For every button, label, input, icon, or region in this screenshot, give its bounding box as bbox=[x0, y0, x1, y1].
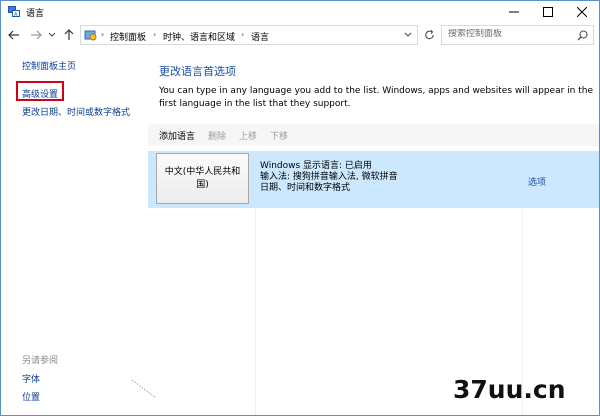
see-also-heading: 另请参阅 bbox=[22, 356, 59, 366]
language-options-link[interactable]: 选项 bbox=[528, 175, 546, 188]
breadcrumb-separator-icon: › bbox=[101, 30, 105, 39]
language-toolbar: 添加语言 删除 上移 下移 bbox=[148, 124, 599, 146]
minimize-icon bbox=[509, 11, 519, 13]
page-title: 更改语言首选项 bbox=[159, 65, 236, 78]
refresh-icon[interactable] bbox=[421, 27, 437, 43]
control-panel-home-link[interactable]: 控制面板主页 bbox=[22, 59, 76, 72]
advanced-settings-link[interactable]: 高级设置 bbox=[22, 87, 58, 100]
close-icon bbox=[577, 7, 587, 17]
location-link[interactable]: 位置 bbox=[22, 390, 40, 403]
move-down-button[interactable]: 下移 bbox=[270, 129, 288, 142]
address-field[interactable]: › 控制面板 › 时钟、语言和区域 › 语言 bbox=[80, 25, 418, 45]
forward-arrow-icon[interactable] bbox=[29, 28, 43, 42]
move-up-button[interactable]: 上移 bbox=[239, 129, 257, 142]
close-button[interactable] bbox=[565, 1, 599, 23]
date-time-format-label: 日期、时间和数字格式 bbox=[260, 183, 351, 193]
language-app-icon: A bbox=[8, 6, 20, 17]
address-bar: › 控制面板 › 时钟、语言和区域 › 语言 bbox=[1, 23, 599, 47]
breadcrumb-control-panel[interactable]: 控制面板 bbox=[110, 30, 146, 43]
breadcrumb-language[interactable]: 语言 bbox=[251, 30, 269, 43]
search-box[interactable] bbox=[441, 25, 594, 45]
breadcrumb-separator-icon: › bbox=[241, 30, 245, 39]
maximize-button[interactable] bbox=[531, 1, 565, 23]
back-arrow-icon[interactable] bbox=[7, 28, 21, 42]
maximize-icon bbox=[543, 7, 553, 17]
recent-locations-chevron-icon[interactable] bbox=[48, 32, 56, 38]
page-description: You can type in any language you add to … bbox=[159, 86, 593, 109]
language-info: Windows 显示语言: 已启用 输入法: 搜狗拼音输入法, 微软拼音 日期、… bbox=[260, 161, 398, 194]
column-divider bbox=[255, 208, 256, 415]
change-date-time-format-link[interactable]: 更改日期、时间或数字格式 bbox=[22, 105, 130, 118]
input-method-list: 输入法: 搜狗拼音输入法, 微软拼音 bbox=[260, 172, 398, 182]
search-icon[interactable] bbox=[577, 30, 588, 41]
language-list-item[interactable]: 中文(中华人民共和国) Windows 显示语言: 已启用 输入法: 搜狗拼音输… bbox=[148, 151, 599, 208]
window-title: 语言 bbox=[26, 9, 45, 19]
fonts-link[interactable]: 字体 bbox=[22, 372, 40, 385]
display-language-status: Windows 显示语言: 已启用 bbox=[260, 161, 372, 171]
breadcrumb-clock-language-region[interactable]: 时钟、语言和区域 bbox=[163, 30, 235, 43]
svg-text:A: A bbox=[14, 12, 18, 17]
up-arrow-icon[interactable] bbox=[62, 28, 76, 42]
remove-button[interactable]: 删除 bbox=[208, 129, 226, 142]
add-language-button[interactable]: 添加语言 bbox=[159, 129, 195, 142]
minimize-button[interactable] bbox=[497, 1, 531, 23]
address-dropdown-chevron-icon[interactable] bbox=[404, 32, 412, 38]
search-input[interactable] bbox=[448, 29, 568, 39]
language-name-button[interactable]: 中文(中华人民共和国) bbox=[156, 153, 249, 204]
cursor-trail-mark bbox=[131, 379, 157, 399]
title-bar: A 语言 bbox=[1, 1, 599, 23]
control-panel-icon bbox=[84, 30, 97, 41]
main-content: 更改语言首选项 You can type in any language you… bbox=[148, 47, 599, 415]
watermark-logo: 37uu.cn bbox=[453, 375, 566, 404]
left-navigation-pane: 控制面板主页 高级设置 更改日期、时间或数字格式 另请参阅 字体 位置 bbox=[1, 47, 148, 415]
breadcrumb-separator-icon: › bbox=[153, 30, 157, 39]
